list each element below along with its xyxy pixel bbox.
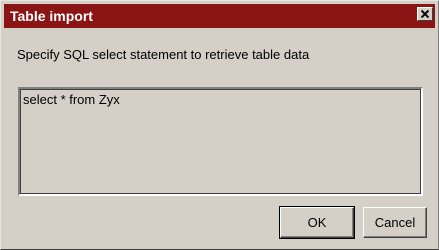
close-icon (421, 10, 429, 18)
close-button[interactable] (417, 7, 433, 21)
window-title: Table import (10, 8, 93, 24)
ok-button[interactable]: OK (279, 206, 355, 239)
table-import-dialog: Table import Specify SQL select statemen… (0, 0, 439, 250)
sql-statement-input[interactable]: select * from Zyx (18, 87, 423, 196)
instruction-label: Specify SQL select statement to retrieve… (17, 47, 310, 62)
title-bar[interactable]: Table import (4, 4, 435, 28)
cancel-button[interactable]: Cancel (363, 207, 427, 238)
